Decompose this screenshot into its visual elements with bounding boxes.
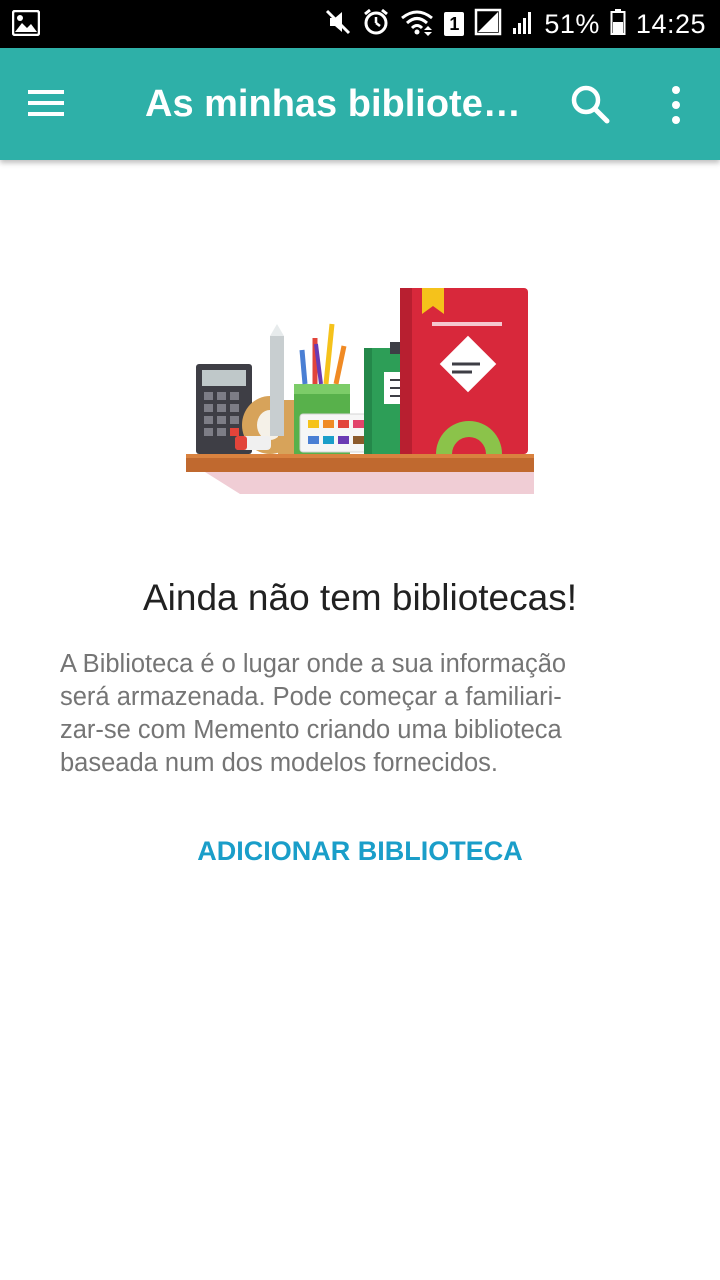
no-signal-icon	[474, 8, 502, 41]
search-button[interactable]	[566, 80, 616, 130]
search-icon	[566, 85, 616, 134]
app-title: As minhas bibliotecas	[145, 83, 535, 125]
alarm-icon	[362, 8, 390, 41]
more-options-button[interactable]	[656, 80, 696, 130]
add-library-button[interactable]: ADICIONAR BIBLIOTECA	[180, 826, 540, 876]
status-bar: 1 51% 14:25	[0, 0, 720, 48]
mute-icon	[324, 8, 352, 41]
battery-icon	[610, 8, 626, 41]
clock: 14:25	[635, 8, 706, 39]
signal-icon	[512, 8, 534, 41]
empty-state-description: A Biblioteca é o lugar onde a sua inform…	[60, 650, 567, 777]
gallery-notification-icon	[11, 9, 41, 41]
menu-button[interactable]	[26, 78, 86, 130]
wifi-icon	[400, 8, 434, 41]
app-bar: As minhas bibliotecas	[0, 48, 720, 160]
more-vert-icon	[656, 86, 696, 134]
empty-state-heading: Ainda não tem bibliotecas!	[143, 577, 577, 618]
battery-percent: 51%	[544, 8, 600, 39]
menu-icon	[26, 90, 66, 127]
sim-icon: 1	[444, 12, 465, 36]
empty-library-illustration	[180, 280, 540, 500]
status-icons: 1 51% 14:25	[324, 0, 706, 48]
